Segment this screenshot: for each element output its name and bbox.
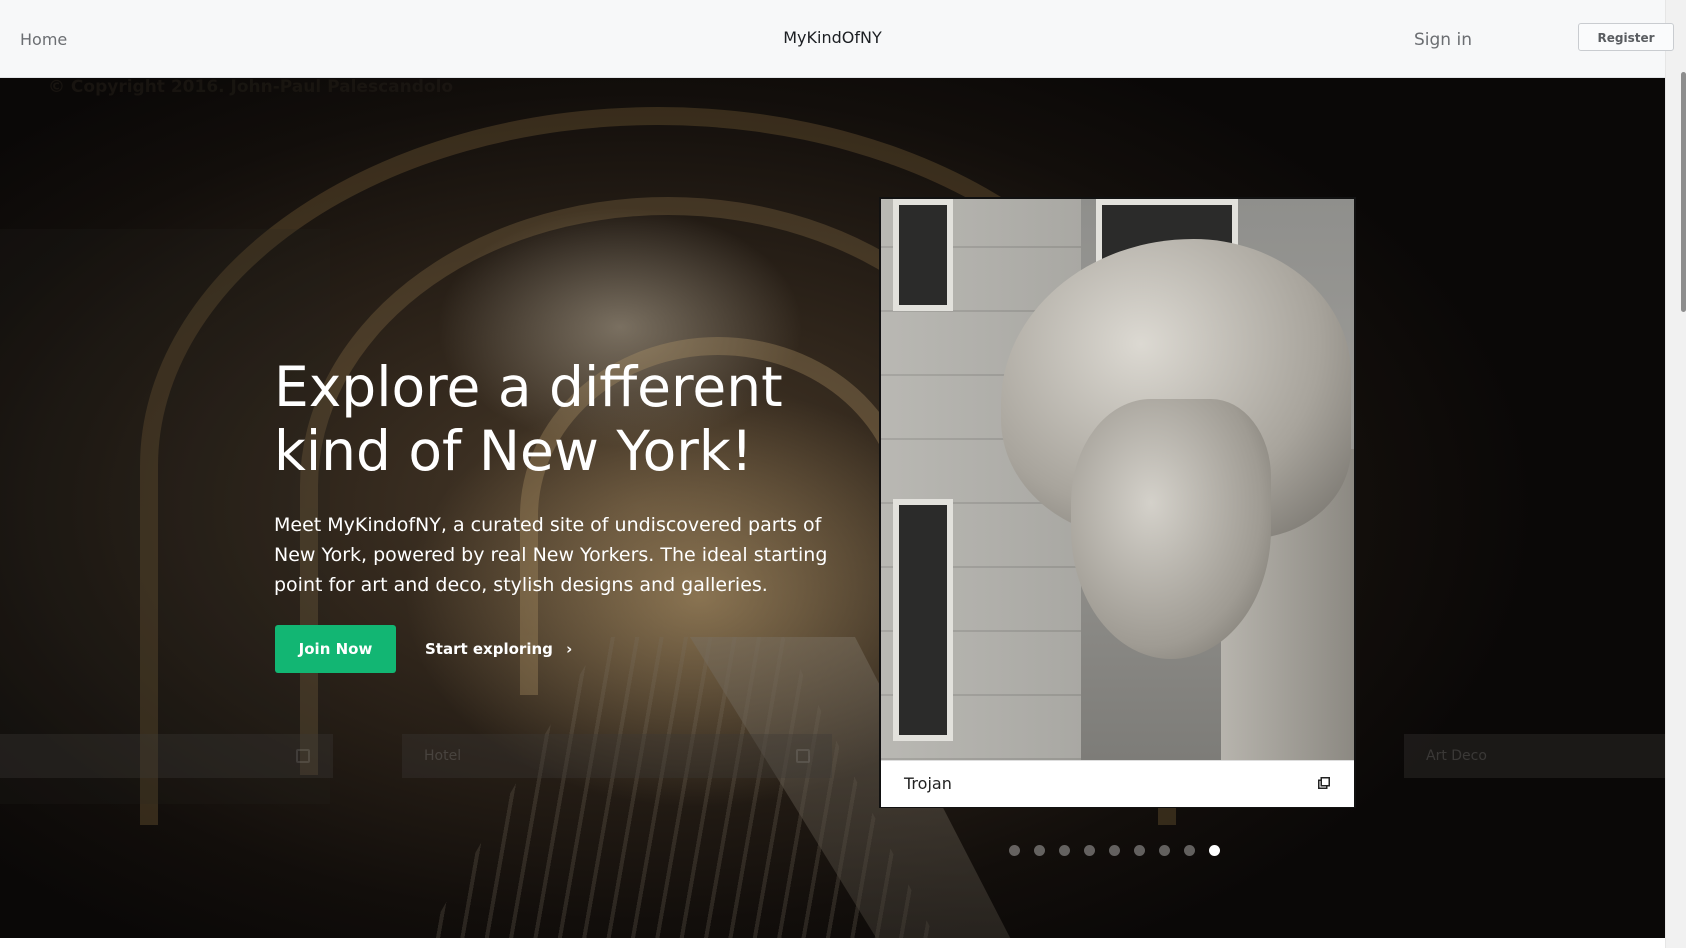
scrollbar[interactable] (1665, 0, 1686, 948)
join-now-button[interactable]: Join Now (275, 625, 396, 673)
carousel-side-caption-art-deco: Art Deco (1404, 734, 1665, 778)
carousel-dot[interactable] (1009, 845, 1020, 856)
photo-credit: © Copyright 2016. John-Paul Palescandolo (48, 77, 454, 97)
featured-card-title: Trojan (904, 774, 952, 793)
start-exploring-link[interactable]: Start exploring › (425, 625, 572, 673)
register-button[interactable]: Register (1578, 23, 1674, 51)
carousel-indicators (1009, 845, 1220, 857)
sign-in-link[interactable]: Sign in (1414, 30, 1472, 50)
featured-card[interactable]: Trojan (879, 197, 1356, 808)
image-window (893, 199, 953, 311)
hero-section: © Copyright 2016. John-Paul Palescandolo… (0, 77, 1665, 938)
carousel-dot[interactable] (1159, 845, 1170, 856)
carousel-dot[interactable] (1134, 845, 1145, 856)
chevron-right-icon: › (566, 640, 573, 658)
external-link-icon (296, 749, 310, 763)
nav-home-link[interactable]: Home (20, 30, 67, 49)
start-exploring-label: Start exploring (425, 640, 553, 658)
featured-card-caption: Trojan (881, 760, 1354, 807)
side-caption-text: Hotel (424, 748, 462, 764)
featured-card-image[interactable] (881, 199, 1354, 760)
external-link-icon[interactable] (1318, 777, 1330, 789)
image-window (893, 499, 953, 741)
carousel-dot[interactable] (1059, 845, 1070, 856)
carousel-dot[interactable] (1209, 845, 1220, 856)
hero-description: Meet MyKindofNY, a curated site of undis… (274, 514, 828, 596)
external-link-icon (796, 749, 810, 763)
carousel-dot[interactable] (1084, 845, 1095, 856)
side-caption-text: Art Deco (1426, 748, 1487, 764)
top-navbar: Home MyKindOfNY Sign in Register (0, 0, 1674, 78)
carousel-dot[interactable] (1109, 845, 1120, 856)
scrollbar-thumb[interactable] (1681, 72, 1686, 312)
brand-link[interactable]: MyKindOfNY (783, 28, 881, 47)
carousel-side-caption-left (0, 734, 333, 778)
image-face (1071, 399, 1271, 659)
carousel-side-caption-hotel: Hotel (402, 734, 832, 778)
carousel-dot[interactable] (1184, 845, 1195, 856)
page-bottom (0, 938, 1665, 948)
hero-title: Explore a different kind of New York! (274, 355, 783, 483)
carousel-dot[interactable] (1034, 845, 1045, 856)
